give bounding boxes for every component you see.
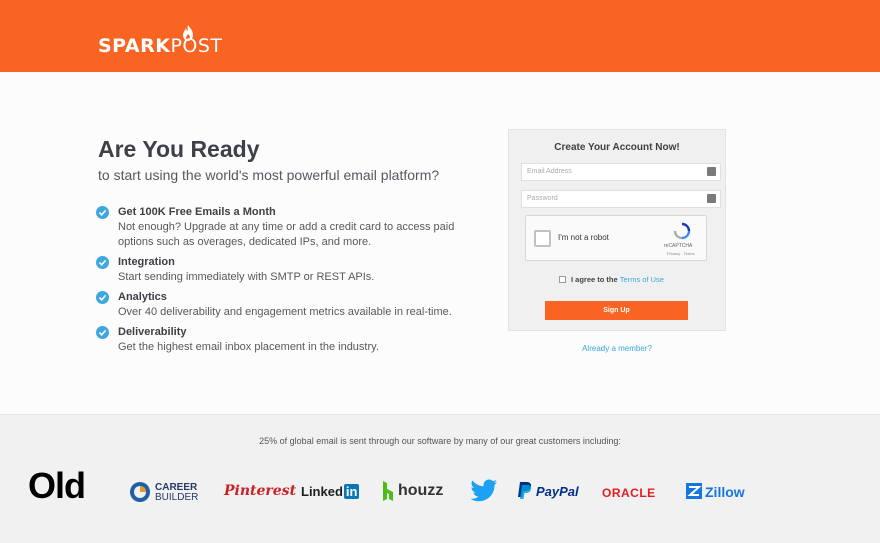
checkmark-icon <box>96 256 109 269</box>
terms-agreement: I agree to the Terms of Use <box>559 275 664 284</box>
feature-deliverability: Deliverability Get the highest email inb… <box>96 325 476 355</box>
logo-post-part: POST <box>170 35 223 57</box>
password-placeholder: Password <box>527 195 558 202</box>
email-field[interactable]: Email Address <box>521 163 721 181</box>
customer-logos-footer: 25% of global email is sent through our … <box>0 414 880 543</box>
page-title: Are You Ready <box>98 136 260 162</box>
zillow-icon <box>686 483 702 499</box>
terms-of-use-link[interactable]: Terms of Use <box>620 275 664 284</box>
terms-checkbox[interactable] <box>559 276 566 283</box>
feature-description: options such as overages, dedicated IPs,… <box>118 236 372 248</box>
top-header-bar: SPARKPOST <box>0 0 880 72</box>
feature-title: Analytics <box>118 291 167 303</box>
paypal-logo: PayPal <box>536 484 579 499</box>
feature-description: Over 40 deliverability and engagement me… <box>118 306 452 318</box>
old-version-label: Old <box>28 465 86 506</box>
linkedin-logo-text: Linked <box>301 484 343 499</box>
logo-spark-part: SPARK <box>98 35 171 57</box>
houzz-logo: houzz <box>398 482 444 499</box>
linkedin-logo-badge: in <box>343 484 360 499</box>
feature-title: Get 100K Free Emails a Month <box>118 206 276 218</box>
recaptcha-brand: reCAPTCHA <box>664 243 693 249</box>
password-manager-icon[interactable] <box>707 167 716 176</box>
page-subtitle: to start using the world's most powerful… <box>98 167 440 183</box>
paypal-icon <box>518 482 532 499</box>
feature-title: Integration <box>118 256 175 268</box>
houzz-icon <box>383 481 393 501</box>
recaptcha-privacy-terms[interactable]: Privacy - Terms <box>667 251 694 256</box>
careerbuilder-logo-line2: BUILDER <box>155 492 199 503</box>
feature-description: Start sending immediately with SMTP or R… <box>118 271 375 283</box>
careerbuilder-logo-line1: CAREER <box>155 482 198 493</box>
customers-tagline: 25% of global email is sent through our … <box>259 436 621 446</box>
password-manager-icon[interactable] <box>707 194 716 203</box>
recaptcha-label: I'm not a robot <box>558 233 609 242</box>
password-field[interactable]: Password <box>521 190 721 208</box>
checkmark-icon <box>96 326 109 339</box>
checkmark-icon <box>96 291 109 304</box>
careerbuilder-logo-icon <box>130 482 150 502</box>
sign-up-button[interactable]: Sign Up <box>545 301 688 320</box>
pinterest-logo: Pinterest <box>224 483 297 499</box>
form-title: Create Your Account Now! <box>554 142 680 153</box>
feature-description: Not enough? Upgrade at any time or add a… <box>118 221 455 233</box>
already-member-link[interactable]: Already a member? <box>508 344 726 353</box>
feature-description: Get the highest email inbox placement in… <box>118 341 379 353</box>
feature-analytics: Analytics Over 40 deliverability and eng… <box>96 290 476 320</box>
linkedin-logo: Linked in <box>301 484 360 499</box>
checkmark-icon <box>96 206 109 219</box>
recaptcha-widget: I'm not a robot reCAPTCHA Privacy - Term… <box>525 215 707 261</box>
terms-label: I agree to the <box>571 275 618 284</box>
email-placeholder: Email Address <box>527 168 572 175</box>
twitter-bird-icon <box>470 479 497 502</box>
zillow-logo: Zillow <box>705 484 745 500</box>
recaptcha-icon <box>673 222 691 240</box>
feature-title: Deliverability <box>118 326 187 338</box>
recaptcha-checkbox[interactable] <box>534 230 551 247</box>
feature-free-emails: Get 100K Free Emails a Month Not enough?… <box>96 205 476 250</box>
oracle-logo: ORACLE <box>602 486 656 500</box>
sparkpost-logo[interactable]: SPARKPOST <box>98 36 223 56</box>
feature-integration: Integration Start sending immediately wi… <box>96 255 476 285</box>
signup-form: Create Your Account Now! Email Address P… <box>508 129 726 331</box>
